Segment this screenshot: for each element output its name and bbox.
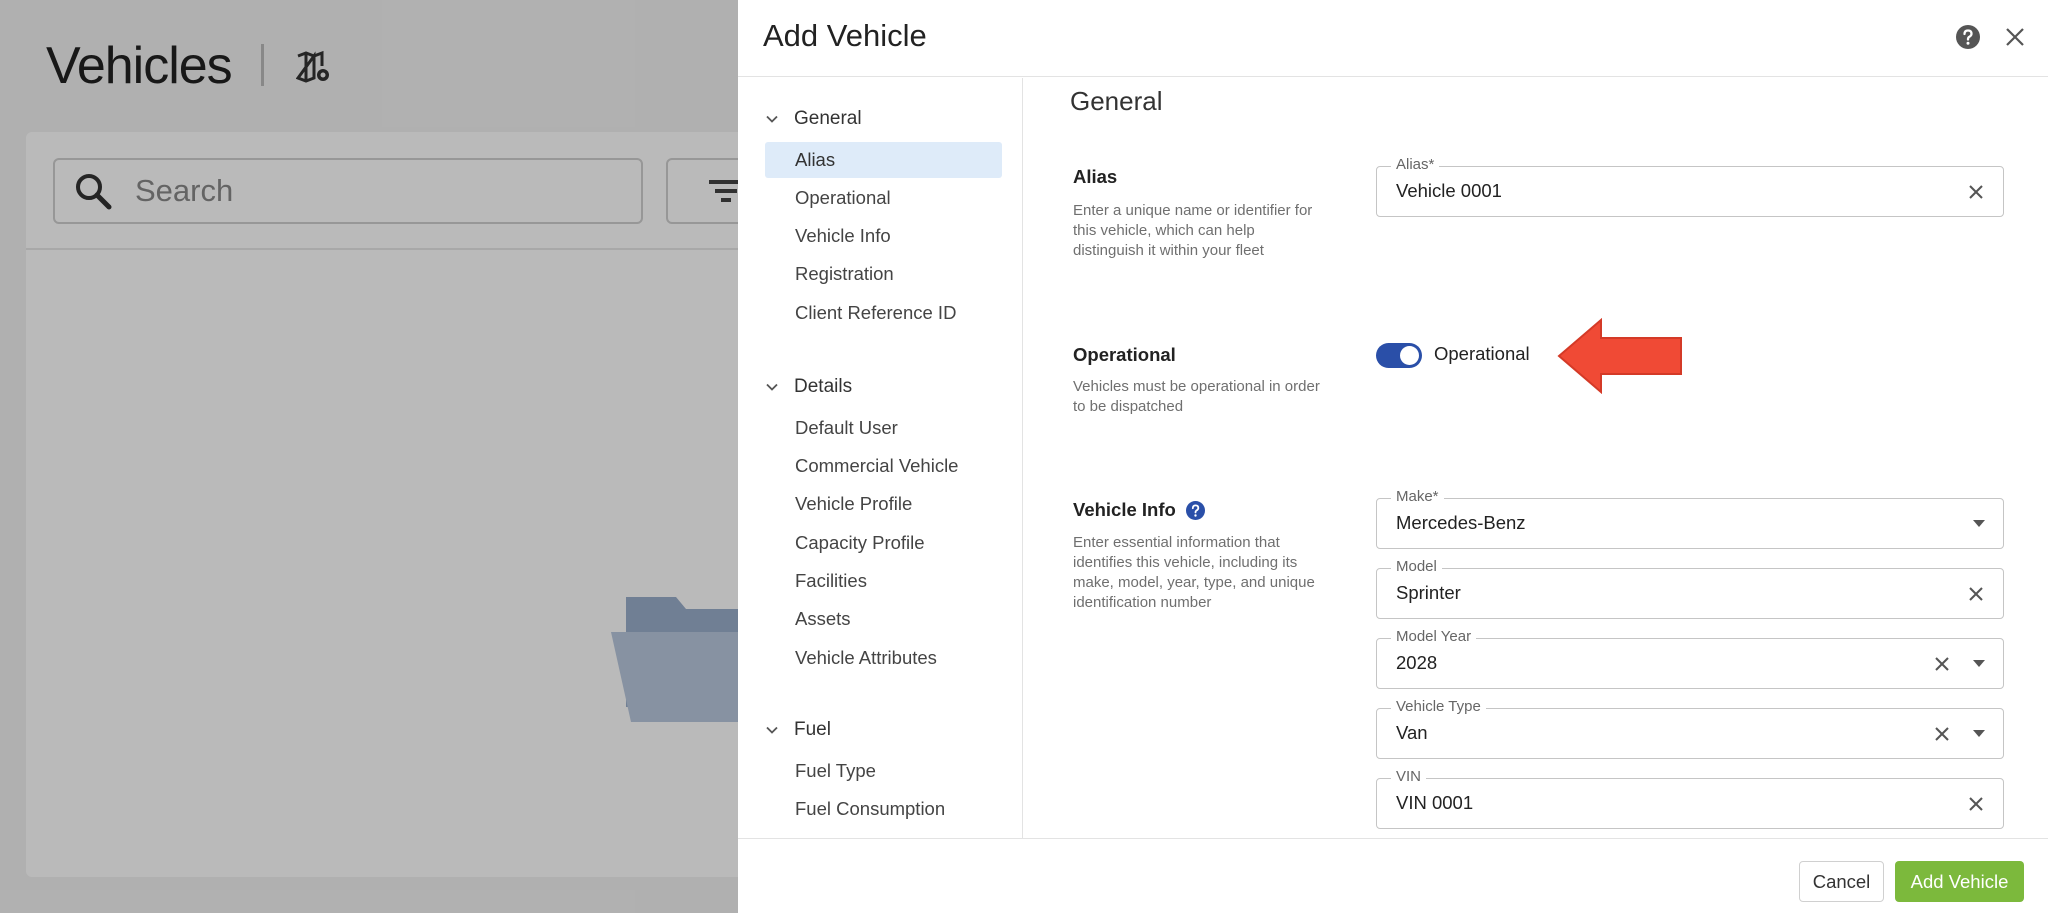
clear-icon[interactable] (1967, 183, 1985, 201)
add-vehicle-button[interactable]: Add Vehicle (1895, 861, 2024, 902)
section-heading: General (1070, 86, 1163, 116)
vehicle-type-select[interactable]: Vehicle Type Van (1376, 698, 2004, 759)
drawer-header: Add Vehicle (738, 0, 2048, 77)
alias-field-value: Vehicle 0001 (1396, 180, 1502, 201)
alias-field-label: Alias* (1391, 156, 1440, 173)
chevron-down-icon (766, 115, 778, 123)
caret-down-icon[interactable] (1973, 520, 1985, 528)
drawer-title: Add Vehicle (763, 18, 927, 53)
operational-title: Operational (1073, 344, 1176, 365)
operational-toggle-label: Operational (1434, 343, 1530, 364)
make-label: Make* (1391, 488, 1444, 505)
model-year-select[interactable]: Model Year 2028 (1376, 628, 2004, 689)
nav-item-fuel-type[interactable]: Fuel Type (765, 753, 1002, 789)
nav-item-vehicle-profile[interactable]: Vehicle Profile (765, 486, 1002, 522)
cancel-button[interactable]: Cancel (1799, 861, 1884, 902)
nav-item-capacity-profile[interactable]: Capacity Profile (765, 525, 1002, 561)
model-value: Sprinter (1396, 582, 1461, 603)
vin-field[interactable]: VIN VIN 0001 (1376, 768, 2004, 829)
alias-field[interactable]: Alias* Vehicle 0001 (1376, 156, 2004, 217)
chevron-down-icon (766, 383, 778, 391)
nav-item-registration[interactable]: Registration (765, 256, 1002, 292)
model-year-label: Model Year (1391, 628, 1477, 645)
vehicle-type-label: Vehicle Type (1391, 698, 1486, 715)
model-label: Model (1391, 558, 1442, 575)
vin-value: VIN 0001 (1396, 792, 1474, 813)
vin-label: VIN (1391, 768, 1427, 785)
operational-description: Vehicles must be operational in order to… (1073, 378, 1320, 415)
close-icon[interactable] (2004, 26, 2026, 48)
caret-down-icon[interactable] (1973, 660, 1985, 668)
alias-title: Alias (1073, 166, 1118, 187)
clear-icon[interactable] (1933, 725, 1951, 743)
nav-item-vehicle-attributes[interactable]: Vehicle Attributes (765, 640, 1002, 676)
make-select[interactable]: Make* Mercedes-Benz (1376, 488, 2004, 549)
form-content[interactable]: General Alias Enter a unique name or ide… (1024, 78, 2048, 838)
nav-group-label: General (794, 108, 862, 129)
model-field[interactable]: Model Sprinter (1376, 558, 2004, 619)
help-icon[interactable] (1185, 500, 1205, 520)
nav-item-alias[interactable]: Alias (765, 142, 1002, 178)
nav-item-fuel-consumption[interactable]: Fuel Consumption (765, 791, 1002, 827)
section-nav: General Alias Operational Vehicle Info R… (738, 78, 1023, 838)
make-value: Mercedes-Benz (1396, 512, 1526, 533)
nav-item-commercial-vehicle[interactable]: Commercial Vehicle (765, 448, 1002, 484)
toggle-knob (1400, 346, 1419, 365)
caret-down-icon[interactable] (1973, 730, 1985, 738)
model-year-value: 2028 (1396, 652, 1438, 673)
nav-item-assets[interactable]: Assets (765, 601, 1002, 637)
clear-icon[interactable] (1933, 655, 1951, 673)
vehicle-type-value: Van (1396, 722, 1428, 743)
help-icon[interactable] (1956, 25, 1980, 49)
nav-item-default-user[interactable]: Default User (765, 410, 1002, 446)
nav-group-label: Fuel (794, 719, 831, 740)
nav-item-operational[interactable]: Operational (765, 180, 1002, 216)
alias-description: Enter a unique name or identifier for th… (1073, 202, 1313, 259)
nav-group-general[interactable]: General (764, 108, 862, 130)
add-vehicle-drawer: Add Vehicle General Alias Operational Ve… (738, 0, 2048, 913)
clear-icon[interactable] (1967, 585, 1985, 603)
nav-item-vehicle-info[interactable]: Vehicle Info (765, 218, 1002, 254)
clear-icon[interactable] (1967, 795, 1985, 813)
nav-item-client-reference-id[interactable]: Client Reference ID (765, 295, 1002, 331)
vehicle-info-title: Vehicle Info (1073, 499, 1205, 521)
nav-item-facilities[interactable]: Facilities (765, 563, 1002, 599)
operational-toggle[interactable] (1376, 343, 1422, 368)
chevron-down-icon (766, 726, 778, 734)
nav-group-label: Details (794, 376, 853, 397)
drawer-footer: Cancel Add Vehicle (738, 838, 2048, 913)
vehicle-info-description: Enter essential information that identif… (1073, 534, 1315, 611)
annotation-arrow-icon (1557, 318, 1682, 394)
vehicle-info-title-text: Vehicle Info (1073, 499, 1176, 520)
nav-group-details[interactable]: Details (764, 376, 852, 398)
nav-group-fuel[interactable]: Fuel (764, 719, 831, 741)
